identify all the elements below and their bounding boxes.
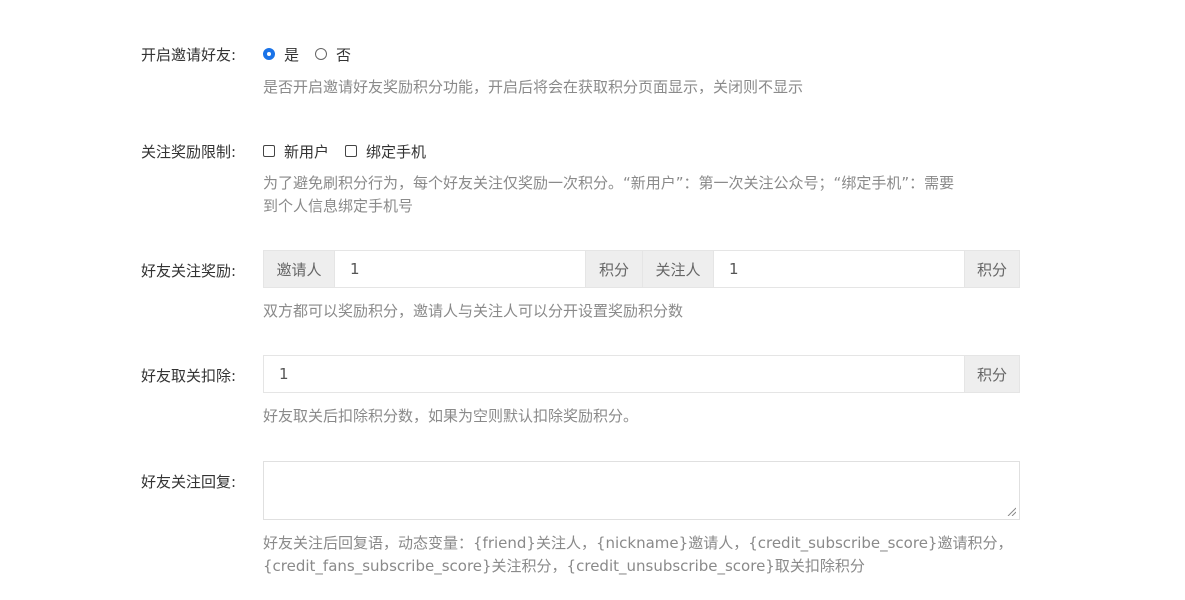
inviter-unit-addon: 积分 [585, 251, 642, 287]
follower-score-input[interactable]: 1 [714, 251, 964, 287]
reward-input-group: 邀请人 1 积分 关注人 1 积分 [263, 250, 1020, 288]
limit-label: 关注奖励限制: [140, 143, 236, 161]
follower-unit-addon: 积分 [964, 251, 1019, 287]
limit-bind-phone-checkbox[interactable] [345, 145, 358, 157]
limit-bind-phone-option[interactable]: 绑定手机 [345, 141, 426, 162]
reply-row: 好友关注回复: 好友关注后回复语，动态变量：{friend}关注人，{nickn… [0, 0, 1185, 575]
deduct-help: 好友取关后扣除积分数，如果为空则默认扣除奖励积分。 [263, 407, 639, 425]
limit-new-user-option[interactable]: 新用户 [263, 141, 329, 162]
follower-addon: 关注人 [642, 251, 714, 287]
deduct-unit-addon: 积分 [964, 356, 1019, 392]
limit-checkbox-group: 新用户 绑定手机 [263, 141, 442, 161]
reply-help-line2: {credit_fans_subscribe_score}关注积分，{credi… [263, 557, 865, 575]
limit-bind-phone-label: 绑定手机 [366, 142, 427, 161]
deduct-score-input[interactable]: 1 [264, 356, 964, 392]
reward-help: 双方都可以奖励积分，邀请人与关注人可以分开设置奖励积分数 [263, 302, 684, 320]
inviter-score-input[interactable]: 1 [335, 251, 585, 287]
reply-help: 好友关注后回复语，动态变量：{friend}关注人，{nickname}邀请人，… [263, 532, 1023, 578]
deduct-input-group: 1 积分 [263, 355, 1020, 393]
limit-help-line2: 到个人信息绑定手机号 [263, 197, 414, 215]
reward-label: 好友关注奖励: [140, 262, 236, 280]
limit-new-user-checkbox[interactable] [263, 145, 275, 157]
invite-help: 是否开启邀请好友奖励积分功能，开启后将会在获取积分页面显示，关闭则不显示 [263, 78, 804, 96]
reply-label: 好友关注回复: [140, 473, 236, 491]
resize-grip-icon[interactable] [1007, 507, 1016, 516]
reply-textarea[interactable] [263, 461, 1020, 520]
reply-help-line1: 好友关注后回复语，动态变量：{friend}关注人，{nickname}邀请人，… [263, 534, 1013, 552]
limit-help-line1: 为了避免刷积分行为，每个好友关注仅奖励一次积分。“新用户”：第一次关注公众号；“… [263, 174, 955, 192]
limit-new-user-label: 新用户 [284, 142, 330, 161]
limit-help: 为了避免刷积分行为，每个好友关注仅奖励一次积分。“新用户”：第一次关注公众号；“… [263, 172, 1023, 218]
inviter-addon: 邀请人 [264, 251, 335, 287]
deduct-label: 好友取关扣除: [140, 367, 236, 385]
